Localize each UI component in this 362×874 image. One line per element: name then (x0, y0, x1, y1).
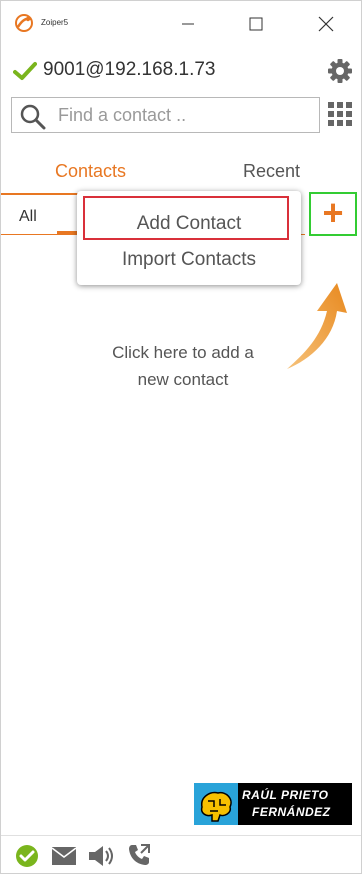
tab-contacts[interactable]: Contacts (55, 161, 126, 182)
search-box (11, 97, 320, 133)
title-bar: Zoiper5 (1, 1, 361, 45)
bottom-bar (1, 835, 361, 873)
search-icon (20, 104, 46, 135)
window-title: Zoiper5 (41, 18, 69, 27)
search-input[interactable] (56, 101, 310, 129)
dialpad-icon[interactable] (328, 102, 352, 131)
zoiper-window: Zoiper5 9001@192.168.1.73 Find a contact… (0, 0, 362, 874)
menu-item-import-contacts[interactable]: Import Contacts (77, 249, 301, 271)
hint-line-1: Click here to add a (112, 343, 254, 362)
speaker-icon[interactable] (89, 846, 115, 871)
account-name: 9001@192.168.1.73 (43, 59, 216, 80)
watermark-line-2: FERNÁNDEZ (252, 805, 331, 819)
maximize-button[interactable] (233, 11, 279, 37)
hint-line-2: new contact (137, 370, 229, 389)
close-icon (318, 16, 334, 32)
close-button[interactable] (303, 11, 349, 37)
tabs: Contacts Recent (1, 151, 361, 195)
call-forward-icon[interactable] (127, 843, 151, 872)
add-contact-menu: Add Contact Import Contacts (77, 191, 301, 285)
maximize-icon (249, 17, 263, 31)
menu-item-add-contact[interactable]: Add Contact (77, 213, 301, 235)
minimize-button[interactable] (165, 11, 211, 37)
zoiper-logo-icon (13, 13, 35, 33)
online-status-icon[interactable] (15, 844, 39, 873)
brain-logo-icon (194, 783, 238, 825)
watermark-line-1: RAÚL PRIETO (242, 788, 329, 802)
arrow-icon (281, 281, 351, 378)
filter-all[interactable]: All (19, 208, 37, 226)
watermark: RAÚL PRIETO FERNÁNDEZ (194, 783, 352, 825)
gear-icon[interactable] (327, 58, 353, 89)
checkmark-icon (13, 61, 37, 86)
filter-active-indicator (57, 231, 79, 235)
minimize-icon (182, 23, 194, 25)
mail-icon[interactable] (51, 847, 77, 870)
add-contact-hint: Click here to add a new contact (81, 339, 285, 393)
tab-recent[interactable]: Recent (243, 161, 300, 182)
add-contact-button[interactable]: + (309, 192, 357, 236)
plus-icon: + (322, 192, 344, 233)
account-row: 9001@192.168.1.73 (1, 53, 361, 89)
